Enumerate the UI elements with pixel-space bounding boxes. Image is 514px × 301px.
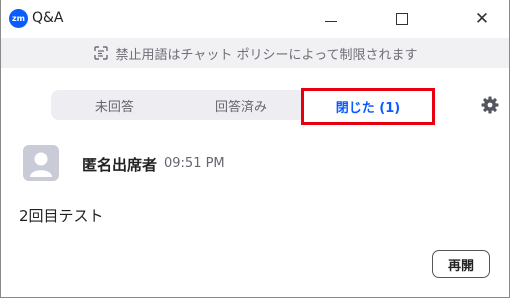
qa-window: zm Q&A ✕ 禁止用語はチャット ポリシーによって制限されます 未回答 回答… [0,0,510,298]
title-bar: zm Q&A ✕ [1,0,509,38]
tab-closed-label: 閉じた (1) [335,101,401,116]
settings-button[interactable] [480,95,500,115]
gear-icon [481,96,499,114]
zoom-logo: zm [9,9,28,28]
close-icon: ✕ [474,8,490,29]
tab-answered[interactable]: 回答済み [178,90,305,120]
avatar [23,145,59,181]
reopen-button[interactable]: 再開 [432,250,490,278]
notice-text: 禁止用語はチャット ポリシーによって制限されます [115,47,418,63]
asker-name: 匿名出席者 [82,156,158,174]
minimize-icon [325,20,337,22]
chat-policy-notice: 禁止用語はチャット ポリシーによって制限されます [1,38,509,68]
chat-filter-icon [93,45,109,61]
maximize-button[interactable] [377,0,427,38]
tab-unanswered[interactable]: 未回答 [51,90,178,120]
close-button[interactable]: ✕ [457,0,507,38]
maximize-icon [396,13,408,25]
question-time: 09:51 PM [164,156,225,171]
window-title: Q&A [32,10,64,26]
tab-closed[interactable]: 閉じた (1) [301,88,435,125]
minimize-button[interactable] [306,0,356,38]
question-text: 2回目テスト [19,207,104,225]
